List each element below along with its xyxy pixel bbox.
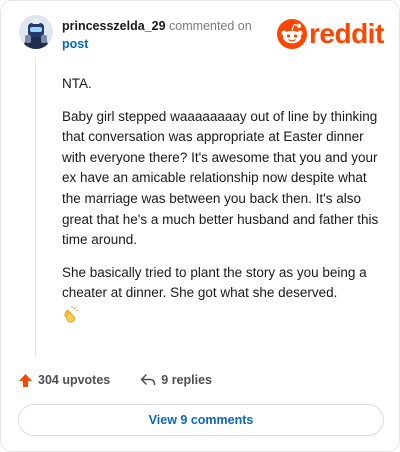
upvote-button[interactable]: 304 upvotes	[18, 373, 110, 388]
comment-body: NTA. Baby girl stepped waaaaaaaay out of…	[62, 74, 380, 331]
comment-paragraph: Baby girl stepped waaaaaaaay out of line…	[62, 108, 379, 248]
upvote-count: 304 upvotes	[38, 373, 111, 387]
comment-card: princesszelda_29 commented on post reddi…	[0, 0, 400, 452]
replies-button[interactable]: 9 replies	[140, 373, 212, 387]
post-link[interactable]: post	[62, 37, 88, 51]
reddit-snoo-icon	[277, 19, 307, 49]
reddit-logo[interactable]: reddit	[277, 18, 384, 50]
comment-actions: 304 upvotes 9 replies	[18, 369, 212, 391]
comment-paragraph: NTA.	[62, 76, 92, 91]
clapping-hands-icon	[62, 306, 380, 331]
username-link[interactable]: princesszelda_29	[62, 19, 166, 33]
reply-count: 9 replies	[161, 373, 212, 387]
reddit-wordmark: reddit	[309, 18, 384, 49]
upvote-arrow-icon	[19, 373, 32, 387]
avatar-image	[19, 15, 53, 49]
avatar[interactable]	[19, 15, 53, 49]
comment-header: princesszelda_29 commented on post	[62, 17, 272, 53]
view-comments-button[interactable]: View 9 comments	[18, 404, 384, 436]
reply-arrow-icon	[141, 374, 156, 386]
thread-line[interactable]	[35, 57, 36, 357]
action-text: commented on	[169, 19, 252, 33]
comment-paragraph: She basically tried to plant the story a…	[62, 264, 367, 301]
